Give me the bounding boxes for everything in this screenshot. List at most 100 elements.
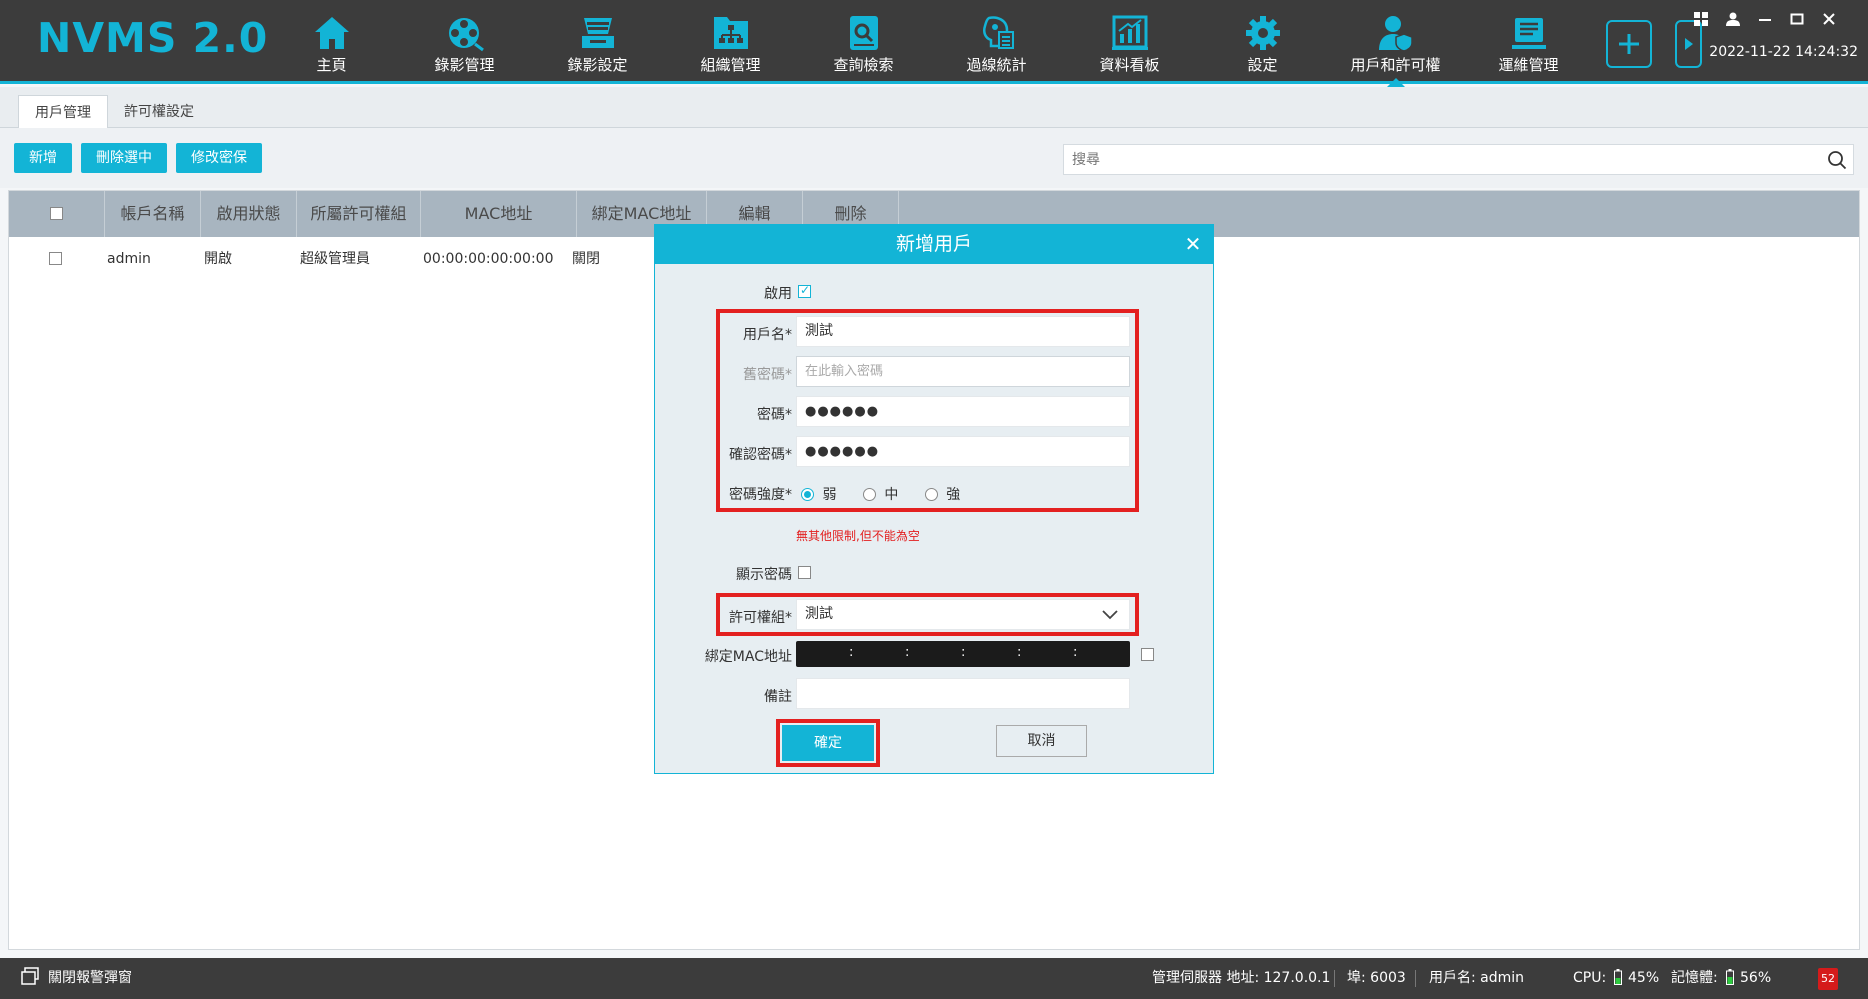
old-password-label: 舊密碼*	[743, 367, 792, 383]
cell-mac: 00:00:00:00:00:00	[423, 251, 554, 267]
cpu-value: 45%	[1628, 970, 1660, 986]
strength-label: 密碼強度*	[729, 487, 792, 503]
nav-label: 設定	[1247, 56, 1278, 74]
nav-item-org-mgmt[interactable]: 組織管理	[664, 0, 797, 84]
bind-mac-checkbox[interactable]	[1141, 648, 1154, 661]
strength-weak-radio[interactable]	[801, 488, 814, 501]
dialog-title: 新增用戶	[895, 233, 972, 255]
search-box	[1063, 144, 1854, 175]
cell-status: 開啟	[204, 251, 232, 267]
confirm-password-input[interactable]: ●●●●●●	[796, 436, 1130, 467]
header-status[interactable]: 啟用狀態	[201, 191, 297, 237]
tab-bar: 用戶管理 許可權設定	[0, 87, 1868, 129]
chevron-down-icon	[1102, 610, 1118, 620]
dashboard-chart-icon	[1111, 15, 1148, 50]
nav-label: 運維管理	[1498, 56, 1559, 74]
remark-input[interactable]	[796, 678, 1130, 709]
maximize-icon[interactable]	[1788, 10, 1806, 28]
main-nav: 主頁 錄影管理 錄影設定 組織管理 查詢檢索 過線統計 資料看板 設定 用戶和許…	[265, 0, 1595, 87]
mac-separator: :	[1017, 645, 1022, 660]
permission-group-select[interactable]: 測試	[796, 599, 1130, 630]
cell-group: 超級管理員	[300, 251, 370, 267]
mac-address-input[interactable]: : : : : :	[796, 641, 1130, 667]
password-input[interactable]: ●●●●●●	[796, 396, 1130, 427]
divider	[1334, 970, 1335, 987]
search-icon[interactable]	[1827, 150, 1847, 174]
nav-label: 用戶和許可權	[1350, 56, 1441, 74]
dialog-title-bar: 新增用戶 ✕	[655, 225, 1213, 264]
nav-item-record-mgmt[interactable]: 錄影管理	[398, 0, 531, 84]
add-view-button[interactable]	[1606, 20, 1652, 68]
nav-item-line-stats[interactable]: 過線統計	[930, 0, 1063, 84]
modify-security-button[interactable]: 修改密保	[176, 143, 262, 173]
search-document-icon	[849, 16, 878, 50]
row-checkbox[interactable]	[49, 252, 62, 265]
header-account[interactable]: 帳戶名稱	[105, 191, 201, 237]
alarm-popup-icon[interactable]	[20, 958, 40, 999]
nav-label: 過線統計	[966, 56, 1027, 74]
header-group[interactable]: 所屬許可權組	[297, 191, 421, 237]
strength-strong-radio[interactable]	[924, 488, 938, 501]
mac-separator: :	[849, 645, 854, 660]
password-label: 密碼*	[757, 407, 792, 423]
line-crossing-icon	[982, 16, 1014, 49]
nav-label: 錄影設定	[567, 56, 628, 74]
header-select-all	[9, 191, 105, 237]
nav-item-maintenance[interactable]: 運維管理	[1462, 0, 1595, 84]
nav-label: 主頁	[316, 56, 347, 74]
tab-user-management[interactable]: 用戶管理	[18, 95, 108, 129]
nav-item-query[interactable]: 查詢檢索	[797, 0, 930, 84]
confirm-button[interactable]: 確定	[782, 725, 874, 761]
add-button[interactable]: 新增	[14, 143, 72, 173]
strength-medium-label: 中	[884, 487, 899, 503]
mac-separator: :	[905, 645, 910, 660]
alarm-count-badge[interactable]: 52	[1818, 968, 1838, 990]
row-checkbox-cell	[49, 237, 62, 281]
strength-medium-radio[interactable]	[862, 488, 876, 501]
enable-checkbox[interactable]	[798, 283, 811, 298]
select-all-checkbox[interactable]	[50, 207, 63, 220]
strength-options: 弱 中 強	[801, 484, 960, 504]
datetime: 2022-11-22 14:24:32	[1709, 44, 1858, 60]
close-window-icon[interactable]	[1820, 10, 1838, 28]
close-icon[interactable]: ✕	[1182, 225, 1204, 264]
username-input[interactable]: 測試	[796, 316, 1130, 347]
strength-weak-label: 弱	[822, 487, 837, 503]
password-hint: 無其他限制,但不能為空	[796, 529, 920, 543]
nav-item-users-permissions[interactable]: 用戶和許可權	[1329, 0, 1462, 87]
user-icon[interactable]	[1724, 10, 1742, 28]
org-chart-icon	[713, 17, 748, 49]
nav-item-settings[interactable]: 設定	[1196, 0, 1329, 84]
home-icon	[314, 17, 349, 49]
cpu-label: CPU:	[1573, 970, 1607, 986]
delete-selected-button[interactable]: 刪除選中	[81, 143, 167, 173]
close-alarm-popup[interactable]: 關閉報警彈窗	[48, 958, 132, 999]
minimize-icon[interactable]	[1756, 10, 1774, 28]
old-password-input[interactable]: 在此輸入密碼	[796, 356, 1130, 387]
nav-item-home[interactable]: 主頁	[265, 0, 398, 84]
nav-label: 組織管理	[700, 56, 761, 74]
cell-account: admin	[107, 251, 151, 267]
header-mac[interactable]: MAC地址	[421, 191, 577, 237]
memory-battery-icon	[1726, 958, 1734, 999]
window-controls	[1692, 10, 1838, 28]
record-settings-icon	[581, 18, 614, 48]
server-port: 埠: 6003	[1347, 970, 1406, 986]
app-logo: NVMS 2.0	[37, 14, 269, 62]
show-password-checkbox[interactable]	[798, 566, 811, 579]
plus-icon	[1619, 34, 1639, 54]
add-user-dialog: 新增用戶 ✕ 啟用 用戶名* 測試 舊密碼* 在此輸入密碼 密碼* ●●●●●●…	[654, 224, 1214, 774]
cell-bind-mac: 關閉	[572, 251, 600, 267]
strength-strong-label: 強	[946, 487, 961, 503]
nav-item-dashboard[interactable]: 資料看板	[1063, 0, 1196, 84]
gear-icon	[1245, 16, 1280, 50]
tab-permission-settings[interactable]: 許可權設定	[108, 95, 210, 129]
nav-item-record-settings[interactable]: 錄影設定	[531, 0, 664, 84]
search-input[interactable]	[1064, 145, 1804, 174]
nav-label: 查詢檢索	[833, 56, 894, 74]
layout-grid-icon[interactable]	[1692, 10, 1710, 28]
nav-label: 資料看板	[1099, 56, 1160, 74]
remark-label: 備註	[764, 689, 792, 705]
cancel-button[interactable]: 取消	[996, 725, 1087, 757]
cpu-battery-icon	[1614, 958, 1622, 999]
